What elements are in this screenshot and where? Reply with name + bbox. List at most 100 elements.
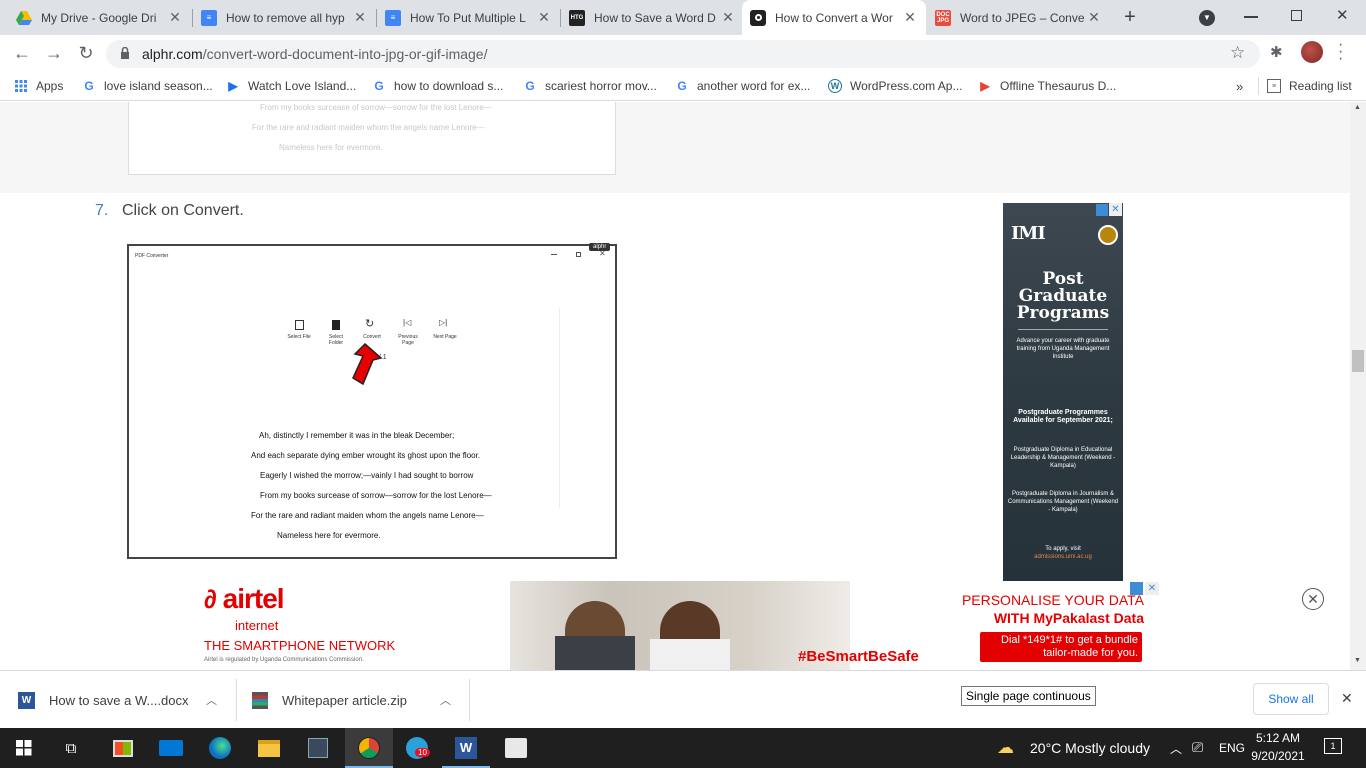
tab-title: How to Save a Word D <box>594 10 716 25</box>
bookmark-label: scariest horror mov... <box>545 79 657 93</box>
window-close-icon[interactable]: ✕ <box>1336 6 1349 24</box>
select-file-label: Select File <box>287 334 311 340</box>
action-center-icon[interactable]: 1 <box>1324 738 1342 754</box>
word-icon[interactable]: W <box>450 732 482 764</box>
download-item-zip[interactable]: Whitepaper article.zip ︿ <box>252 671 468 729</box>
reading-list-label: Reading list <box>1289 79 1352 93</box>
chevron-up-icon[interactable]: ︿ <box>440 692 451 708</box>
tab-remove-hyperlinks[interactable]: ≡ How to remove all hyp ✕ <box>193 0 376 35</box>
address-bar[interactable]: alphr.com/convert-word-document-into-jpg… <box>106 40 1260 68</box>
task-view-icon[interactable]: ⧉ <box>55 732 87 764</box>
minimize-icon[interactable] <box>1244 16 1258 18</box>
bookmark-scariest-horror[interactable]: Gscariest horror mov... <box>523 77 657 95</box>
show-all-button[interactable]: Show all <box>1253 683 1329 715</box>
umi-advertisement[interactable]: IMI ✕ Post Graduate Programs Advance you… <box>1003 203 1123 581</box>
back-arrow-icon[interactable]: ← <box>10 41 34 65</box>
close-icon[interactable]: ✕ <box>720 9 736 26</box>
alphr-icon <box>750 9 766 26</box>
bookmark-offline-thesaurus[interactable]: ▶ Offline Thesaurus D... <box>978 77 1116 95</box>
close-icon[interactable]: ✕ <box>536 9 552 26</box>
url-text: alphr.com/convert-word-document-into-jpg… <box>142 46 487 62</box>
forward-arrow-icon[interactable]: → <box>42 41 66 65</box>
ad-close-icon[interactable]: ✕ <box>1109 203 1122 216</box>
google-g-icon: G <box>84 79 94 93</box>
bookmark-another-word[interactable]: Ganother word for ex... <box>675 77 810 95</box>
bookmark-how-to-download[interactable]: Ghow to download s... <box>372 77 503 95</box>
ad-close-icon[interactable]: ✕ <box>1145 582 1159 595</box>
adchoices-icon[interactable] <box>1096 204 1108 216</box>
close-download-bar-icon[interactable]: ✕ <box>1341 690 1353 707</box>
close-icon[interactable]: ✕ <box>167 9 183 26</box>
page-scrollbar[interactable]: ▲ ▼ <box>1350 102 1366 670</box>
close-icon: ✕ <box>599 249 606 258</box>
ad-dial-1: Dial *149*1# to get a bundle <box>1001 634 1138 646</box>
airtel-advertisement[interactable]: ∂ airtel internet THE SMARTPHONE NETWORK… <box>190 581 1160 670</box>
network-icon[interactable]: ⎚ <box>1192 739 1203 756</box>
tab-word-to-jpeg[interactable]: DOC JPG Word to JPEG – Conve ✕ <box>927 0 1110 35</box>
tab-multiple-lines[interactable]: ≡ How To Put Multiple L ✕ <box>377 0 560 35</box>
chrome-icon[interactable] <box>353 732 385 764</box>
bookmark-watch-love-island[interactable]: ▶ Watch Love Island... <box>226 77 356 95</box>
tray-chevron-icon[interactable]: ︿ <box>1170 740 1182 757</box>
scrollbar-thumb[interactable] <box>1352 350 1364 372</box>
previous-page-label: Previous Page <box>398 334 418 346</box>
close-icon[interactable]: ✕ <box>1086 9 1102 26</box>
clock-time[interactable]: 5:12 AM <box>1248 731 1308 745</box>
scroll-up-icon[interactable]: ▲ <box>1354 104 1361 111</box>
ad-program: Postgraduate Diploma in Educational Lead… <box>1010 447 1116 469</box>
poem-line: Ah, distinctly I remember it was in the … <box>259 431 455 440</box>
adchoices-icon[interactable] <box>1130 582 1143 595</box>
windows-start-icon[interactable] <box>8 732 40 764</box>
reading-list-button[interactable]: ≡ Reading list <box>1267 77 1352 95</box>
close-ad-circle-icon[interactable]: ✕ <box>1302 588 1324 610</box>
bookmarks-overflow[interactable]: » <box>1236 77 1243 95</box>
new-tab-plus-icon[interactable]: + <box>1118 6 1142 30</box>
notification-count: 1 <box>1330 741 1336 751</box>
language-indicator[interactable]: ENG <box>1219 741 1245 755</box>
tab-save-word[interactable]: HTG How to Save a Word D ✕ <box>561 0 744 35</box>
app-icon[interactable] <box>302 732 334 764</box>
tooltip: Single page continuous <box>961 686 1096 706</box>
pdf-converter-screenshot: PDF Converter alphr ✕ Select File Select… <box>127 243 617 559</box>
bookmark-label: Offline Thesaurus D... <box>1000 79 1117 93</box>
ad-apply-link[interactable]: admissions.umi.ac.ug <box>1007 553 1119 561</box>
airtel-sub: internet <box>235 618 279 633</box>
bookmark-apps[interactable]: Apps <box>14 77 63 95</box>
reload-icon[interactable]: ↻ <box>74 41 98 65</box>
poem-line: From my books surcease of sorrow—sorrow … <box>260 491 492 500</box>
airtel-network: THE SMARTPHONE NETWORK <box>204 638 396 653</box>
reading-list-icon: ≡ <box>1267 79 1281 93</box>
menu-kebab-icon[interactable]: · · · <box>1338 37 1343 67</box>
notification-badge: 10 <box>415 748 430 757</box>
ad-tagline: Advance your career with graduate traini… <box>1016 338 1110 360</box>
browser-toolbar: ← → ↻ alphr.com/convert-word-document-in… <box>0 35 1366 71</box>
store-icon[interactable] <box>107 732 139 764</box>
convert-label: Convert <box>363 334 381 340</box>
profile-avatar[interactable] <box>1301 41 1323 63</box>
bookmark-love-island[interactable]: Glove island season... <box>82 77 212 95</box>
close-icon[interactable]: ✕ <box>352 9 368 26</box>
scroll-down-icon[interactable]: ▼ <box>1354 657 1361 664</box>
download-item-docx[interactable]: W How to save a W....docx ︿ <box>18 671 234 729</box>
weather-text[interactable]: 20°C Mostly cloudy <box>1030 740 1150 756</box>
file-explorer-icon[interactable] <box>253 732 285 764</box>
faint-poem-line: For the rare and radiant maiden whom the… <box>252 123 485 132</box>
tab-search-chevron-icon[interactable]: ▼ <box>1199 10 1215 26</box>
lock-icon <box>120 46 130 59</box>
close-icon[interactable]: ✕ <box>902 9 918 26</box>
bookmark-wordpress[interactable]: W WordPress.com Ap... <box>828 77 962 95</box>
mail-icon[interactable] <box>155 732 187 764</box>
google-g-icon: G <box>677 79 687 93</box>
tab-my-drive[interactable]: My Drive - Google Dri ✕ <box>8 0 191 35</box>
chevron-up-icon[interactable]: ︿ <box>206 692 217 708</box>
extensions-puzzle-icon[interactable]: ✱ <box>1270 43 1283 61</box>
tab-title: Word to JPEG – Conve <box>960 10 1085 25</box>
restore-icon[interactable] <box>1291 10 1302 21</box>
clock-date[interactable]: 9/20/2021 <box>1248 749 1308 763</box>
download-filename: How to save a W....docx <box>49 692 189 708</box>
snipping-tool-icon[interactable] <box>500 732 532 764</box>
google-docs-icon: ≡ <box>201 9 217 26</box>
bookmark-star-icon[interactable]: ☆ <box>1230 43 1245 63</box>
edge-icon[interactable] <box>204 732 236 764</box>
tab-convert-word[interactable]: How to Convert a Wor ✕ <box>742 0 926 35</box>
